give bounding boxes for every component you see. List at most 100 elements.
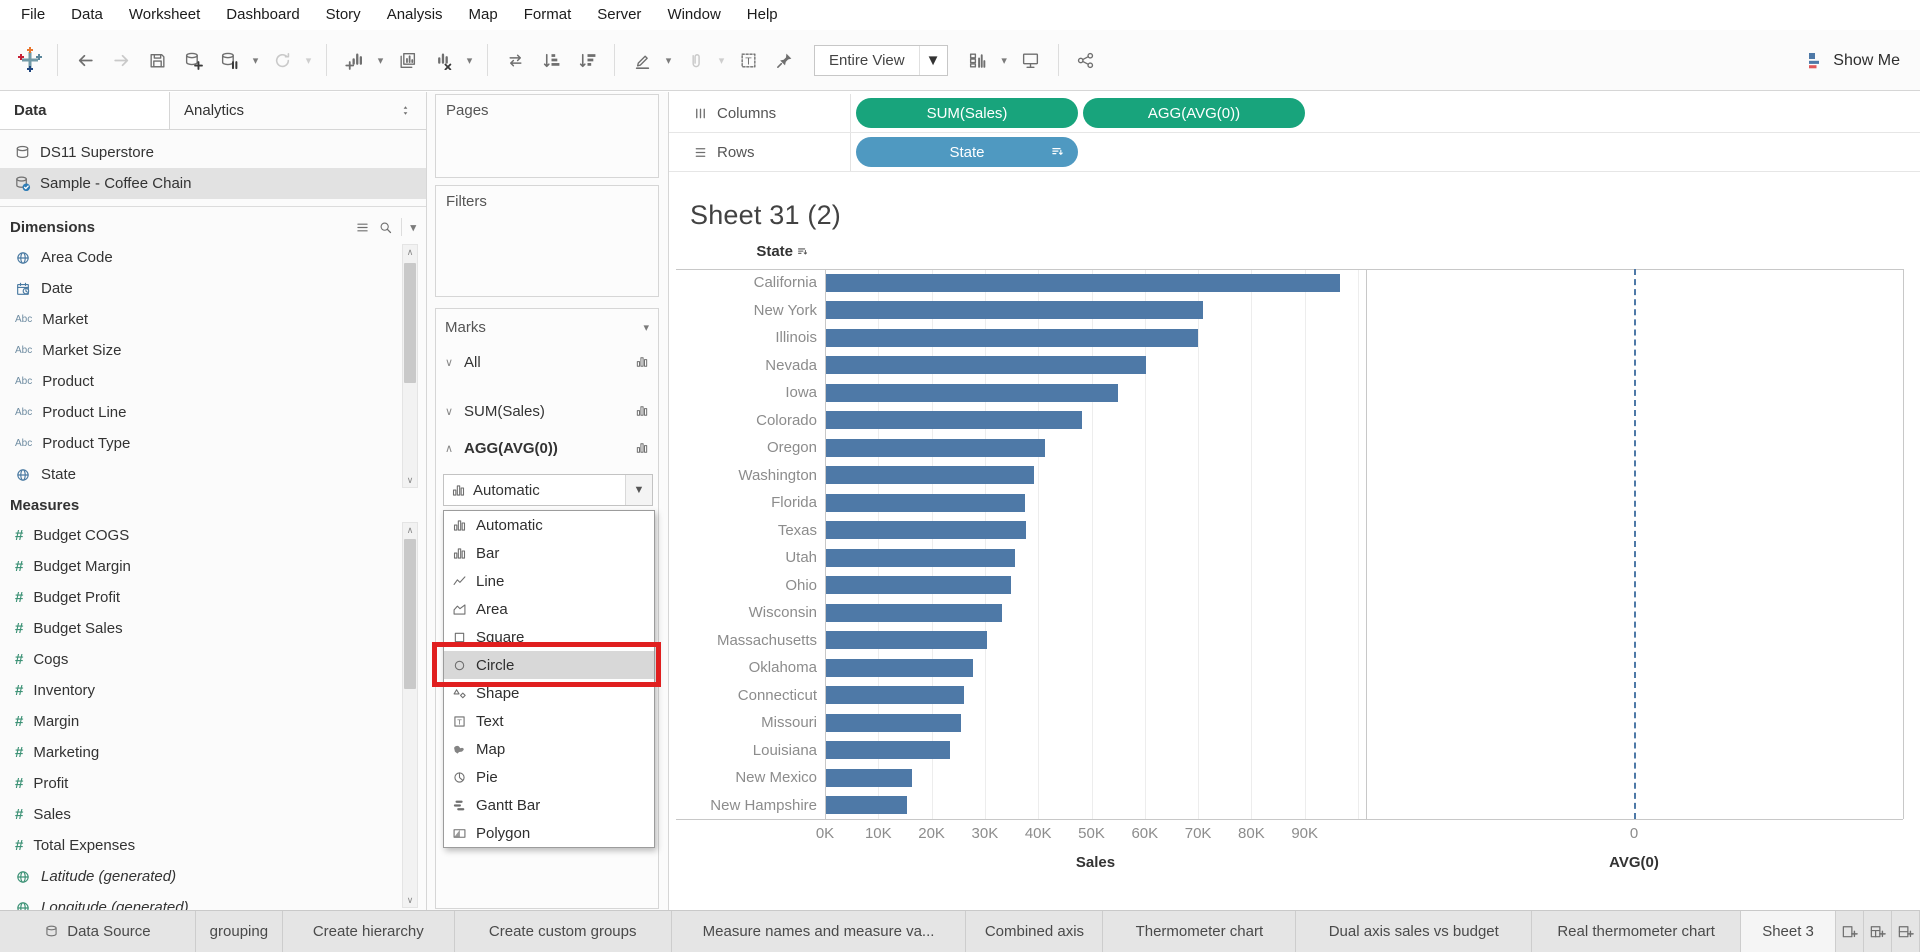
row-label-oregon[interactable]: Oregon	[669, 434, 817, 462]
search-icon[interactable]	[378, 220, 393, 235]
sort-ascending-button[interactable]	[533, 42, 569, 78]
mark-type-option-line[interactable]: Line	[444, 567, 654, 595]
show-hide-cards-button[interactable]	[960, 42, 996, 78]
sheet-tab-create-custom-groups[interactable]: Create custom groups	[455, 911, 672, 952]
scroll-down-icon[interactable]: ∨	[403, 473, 417, 487]
menu-analysis[interactable]: Analysis	[374, 0, 456, 30]
bar-connecticut[interactable]	[826, 686, 964, 705]
bar-california[interactable]	[826, 273, 1341, 292]
clear-sheet-button[interactable]	[425, 42, 461, 78]
marks-menu-caret-icon[interactable]: ▾	[643, 321, 649, 334]
row-label-california[interactable]: California	[669, 269, 817, 297]
marks-section-agg-avg0[interactable]: ∧ AGG(AVG(0))	[436, 433, 658, 463]
measure-inventory[interactable]: # Inventory	[0, 675, 398, 706]
new-data-source-button[interactable]	[175, 42, 211, 78]
bar-texas[interactable]	[826, 521, 1027, 540]
sheet-tab-dual-axis-sales-vs-budget[interactable]: Dual axis sales vs budget	[1296, 911, 1533, 952]
scroll-up-icon[interactable]: ∧	[403, 245, 417, 259]
dimension-market[interactable]: Abc Market	[0, 304, 398, 335]
row-label-new-hampshire[interactable]: New Hampshire	[669, 792, 817, 820]
bar-massachusetts[interactable]	[826, 631, 987, 650]
sheet-tab-thermometer-chart[interactable]: Thermometer chart	[1103, 911, 1297, 952]
bar-washington[interactable]	[826, 466, 1034, 485]
sheet-tab-data-source[interactable]: Data Source	[0, 911, 196, 952]
measure-longitude-generated-[interactable]: Longitude (generated)	[0, 892, 398, 910]
mark-type-option-text[interactable]: T Text	[444, 707, 654, 735]
bar-oregon[interactable]	[826, 438, 1045, 457]
measure-budget-margin[interactable]: # Budget Margin	[0, 551, 398, 582]
menu-format[interactable]: Format	[511, 0, 585, 30]
share-button[interactable]	[1068, 42, 1104, 78]
mark-type-option-map[interactable]: Map	[444, 735, 654, 763]
measure-budget-cogs[interactable]: # Budget COGS	[0, 520, 398, 551]
row-label-new-mexico[interactable]: New Mexico	[669, 764, 817, 792]
duplicate-sheet-button[interactable]	[389, 42, 425, 78]
mark-type-caret-icon[interactable]: ▼	[625, 475, 652, 505]
show-mark-labels-button[interactable]: T	[730, 42, 766, 78]
dimensions-menu-caret-icon[interactable]: ▾	[410, 221, 416, 234]
highlight-button[interactable]	[624, 42, 660, 78]
tableau-logo[interactable]	[12, 42, 48, 78]
filters-shelf[interactable]: Filters	[435, 185, 659, 297]
menu-dashboard[interactable]: Dashboard	[213, 0, 312, 30]
dimension-market-size[interactable]: Abc Market Size	[0, 335, 398, 366]
bar-louisiana[interactable]	[826, 741, 951, 760]
mark-type-option-circle[interactable]: Circle	[444, 651, 654, 679]
measure-budget-sales[interactable]: # Budget Sales	[0, 613, 398, 644]
dimension-product-type[interactable]: Abc Product Type	[0, 428, 398, 459]
measure-total-expenses[interactable]: # Total Expenses	[0, 830, 398, 861]
mark-type-option-automatic[interactable]: Automatic	[444, 511, 654, 539]
show-me-button[interactable]: Show Me	[1808, 30, 1900, 91]
show-hide-cards-caret[interactable]: ▾	[996, 42, 1013, 78]
menu-data[interactable]: Data	[58, 0, 116, 30]
presentation-mode-button[interactable]	[1013, 42, 1049, 78]
data-source-item-selected[interactable]: Sample - Coffee Chain	[0, 168, 426, 199]
bar-nevada[interactable]	[826, 356, 1146, 375]
dimension-state[interactable]: State	[0, 459, 398, 490]
bar-missouri[interactable]	[826, 713, 961, 732]
row-label-illinois[interactable]: Illinois	[669, 324, 817, 352]
mark-type-selector[interactable]: Automatic ▼	[443, 474, 653, 506]
measure-marketing[interactable]: # Marketing	[0, 737, 398, 768]
fit-selector-caret-icon[interactable]: ▼	[918, 45, 947, 75]
menu-worksheet[interactable]: Worksheet	[116, 0, 213, 30]
tab-analytics[interactable]: Analytics	[170, 92, 426, 129]
row-label-ohio[interactable]: Ohio	[669, 572, 817, 600]
row-label-washington[interactable]: Washington	[669, 462, 817, 490]
measure-cogs[interactable]: # Cogs	[0, 644, 398, 675]
sort-descending-button[interactable]	[569, 42, 605, 78]
row-label-louisiana[interactable]: Louisiana	[669, 737, 817, 765]
new-worksheet-button[interactable]	[336, 42, 372, 78]
save-button[interactable]	[139, 42, 175, 78]
bar-new-mexico[interactable]	[826, 768, 912, 787]
menu-window[interactable]: Window	[654, 0, 733, 30]
row-label-new-york[interactable]: New York	[669, 297, 817, 325]
bar-colorado[interactable]	[826, 411, 1083, 430]
row-label-texas[interactable]: Texas	[669, 517, 817, 545]
menu-map[interactable]: Map	[456, 0, 511, 30]
measure-sales[interactable]: # Sales	[0, 799, 398, 830]
mark-type-option-area[interactable]: Area	[444, 595, 654, 623]
dimension-area-code[interactable]: Area Code	[0, 242, 398, 273]
new-worksheet-tab-button[interactable]	[1836, 911, 1865, 952]
bar-florida[interactable]	[826, 493, 1026, 512]
bar-iowa[interactable]	[826, 383, 1119, 402]
menu-file[interactable]: File	[8, 0, 58, 30]
measure-budget-profit[interactable]: # Budget Profit	[0, 582, 398, 613]
measure-profit[interactable]: # Profit	[0, 768, 398, 799]
row-field-header[interactable]: State	[669, 243, 809, 260]
highlight-caret[interactable]: ▾	[660, 42, 677, 78]
row-label-nevada[interactable]: Nevada	[669, 352, 817, 380]
row-label-oklahoma[interactable]: Oklahoma	[669, 654, 817, 682]
bar-utah[interactable]	[826, 548, 1015, 567]
dimension-date[interactable]: Date	[0, 273, 398, 304]
tab-data[interactable]: Data	[0, 92, 170, 129]
row-label-missouri[interactable]: Missouri	[669, 709, 817, 737]
row-label-massachusetts[interactable]: Massachusetts	[669, 627, 817, 655]
dimensions-scrollbar[interactable]: ∧ ∨	[402, 244, 418, 488]
sheet-tab-grouping[interactable]: grouping	[196, 911, 283, 952]
mark-type-option-gantt-bar[interactable]: Gantt Bar	[444, 791, 654, 819]
dimension-product-line[interactable]: Abc Product Line	[0, 397, 398, 428]
new-story-tab-button[interactable]	[1892, 911, 1920, 952]
bar-new-hampshire[interactable]	[826, 796, 908, 815]
